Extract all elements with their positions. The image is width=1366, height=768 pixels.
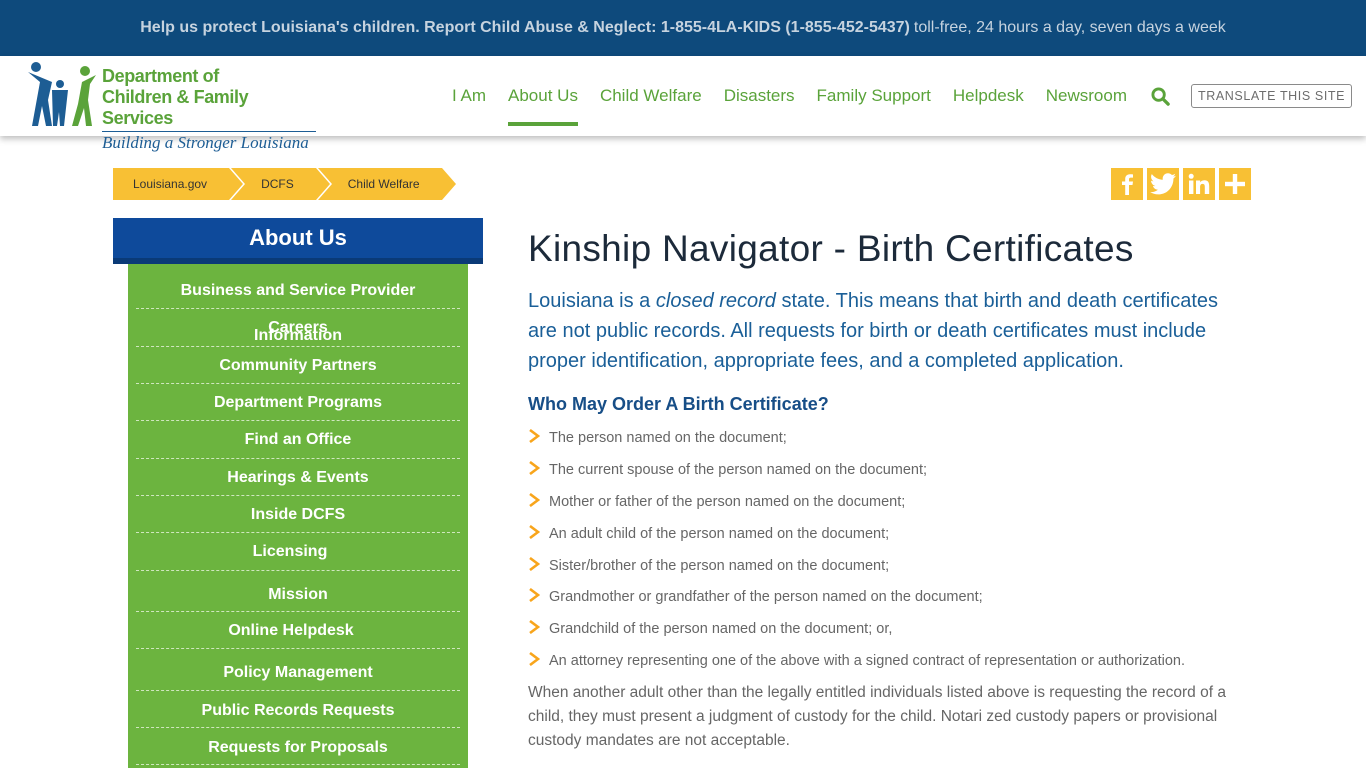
alert-hotline-text: Help us protect Louisiana's children. Re… — [140, 19, 910, 36]
chevron-right-icon — [529, 492, 540, 507]
breadcrumb-dcfs[interactable]: DCFS — [231, 168, 330, 200]
plus-icon[interactable] — [1219, 168, 1251, 200]
alert-hours-text: toll-free, 24 hours a day, seven days a … — [913, 19, 1226, 36]
nav-item-disasters[interactable]: Disasters — [724, 56, 795, 136]
list-item-text: The person named on the document; — [549, 430, 787, 446]
nav-item-child-welfare[interactable]: Child Welfare — [600, 56, 702, 136]
sidebar-item-public-records-requests[interactable]: Public Records Requests — [136, 691, 460, 728]
sidebar-item-online-helpdesk[interactable]: Online Helpdesk — [136, 612, 460, 649]
sidebar-item-business-provider-info[interactable]: Business and Service Provider Informatio… — [136, 268, 460, 344]
twitter-icon[interactable] — [1147, 168, 1179, 200]
alert-bar: Help us protect Louisiana's children. Re… — [0, 0, 1366, 56]
list-item: An adult child of the person named on th… — [528, 520, 1248, 552]
logo-text: Department of Children & Family Services… — [102, 66, 316, 153]
list-item-text: Mother or father of the person named on … — [549, 493, 906, 510]
linkedin-icon[interactable] — [1183, 168, 1215, 200]
breadcrumb-louisiana-gov[interactable]: Louisiana.gov — [113, 168, 244, 200]
list-item-text: An adult child of the person named on th… — [549, 525, 890, 542]
chevron-right-icon — [529, 556, 540, 571]
list-item: Grandchild of the person named on the do… — [528, 615, 1248, 647]
chevron-right-icon — [529, 620, 540, 635]
list-item-text: Grandchild of the person named on the do… — [549, 621, 893, 638]
sidebar-item-hearings-events[interactable]: Hearings & Events — [136, 459, 460, 496]
logo-tagline: Building a Stronger Louisiana — [102, 131, 316, 153]
list-item: Grandmother or grandfather of the person… — [528, 583, 1248, 615]
lead-emphasis: closed record — [655, 290, 776, 312]
list-item-text: Grandmother or grandfather of the person… — [549, 589, 983, 606]
list-item-text: An attorney representing one of the abov… — [549, 653, 1185, 670]
nav-item-i-am[interactable]: I Am — [452, 56, 486, 136]
translate-site-button[interactable]: TRANSLATE THIS SITE — [1191, 84, 1353, 108]
search-icon[interactable] — [1151, 56, 1173, 136]
sidebar-item-policy-management[interactable]: Policy Management — [136, 649, 460, 691]
sidebar-item-department-programs[interactable]: Department Programs — [136, 384, 460, 421]
list-item-text: The current spouse of the person named o… — [549, 461, 928, 478]
facebook-icon[interactable] — [1111, 168, 1143, 200]
lead-paragraph: Louisiana is a closed record state. This… — [528, 286, 1238, 376]
eligible-requesters-list: The person named on the document; The cu… — [528, 424, 1248, 679]
nav-item-newsroom[interactable]: Newsroom — [1046, 56, 1127, 136]
sidebar-item-community-partners[interactable]: Community Partners — [136, 347, 460, 384]
sidebar-item-requests-for-proposals[interactable]: Requests for Proposals — [136, 728, 460, 765]
nav-item-helpdesk[interactable]: Helpdesk — [953, 56, 1024, 136]
sidebar-item-inside-dcfs[interactable]: Inside DCFS — [136, 496, 460, 533]
list-item: Mother or father of the person named on … — [528, 488, 1248, 520]
breadcrumb-child-welfare[interactable]: Child Welfare — [317, 168, 456, 200]
sidebar-menu: Business and Service Provider Informatio… — [128, 264, 468, 768]
list-item-text: Sister/brother of the person named on th… — [549, 557, 890, 574]
chevron-right-icon — [529, 429, 540, 443]
sidebar-item-careers[interactable]: Careers — [136, 309, 460, 347]
section-title: Who May Order A Birth Certificate? — [528, 394, 829, 414]
lead-text-start: Louisiana is a — [528, 290, 656, 312]
list-item: The current spouse of the person named o… — [528, 456, 1248, 488]
main-nav: I Am About Us Child Welfare Disasters Fa… — [452, 56, 1353, 136]
page-title: Kinship Navigator - Birth Certificates — [528, 228, 1134, 269]
logo-name-text: Children & Family Services — [102, 87, 249, 128]
breadcrumb: Louisiana.gov DCFS Child Welfare — [113, 168, 456, 200]
chevron-right-icon — [529, 460, 540, 475]
social-share-bar — [1111, 168, 1255, 200]
sidebar-item-mission[interactable]: Mission — [136, 571, 460, 612]
site-header: Department of Children & Family Services… — [0, 56, 1366, 152]
list-item: An attorney representing one of the abov… — [528, 647, 1248, 679]
dcfs-logo[interactable]: Department of Children & Family Services… — [26, 60, 316, 152]
sidebar-title: About Us — [113, 218, 483, 264]
list-item: The person named on the document; — [528, 424, 1248, 456]
sidebar-item-find-an-office[interactable]: Find an Office — [136, 421, 460, 459]
sidebar-item-licensing[interactable]: Licensing — [136, 533, 460, 571]
chevron-right-icon — [529, 524, 540, 539]
logo-department-text: Department of — [102, 66, 219, 86]
chevron-right-icon — [529, 588, 540, 603]
list-item: Sister/brother of the person named on th… — [528, 552, 1248, 584]
chevron-right-icon — [529, 652, 540, 667]
custody-paragraph: When another adult other than the legall… — [528, 684, 1226, 749]
family-logo-icon — [28, 62, 96, 126]
nav-item-about-us[interactable]: About Us — [508, 56, 578, 136]
nav-item-family-support[interactable]: Family Support — [817, 56, 931, 136]
